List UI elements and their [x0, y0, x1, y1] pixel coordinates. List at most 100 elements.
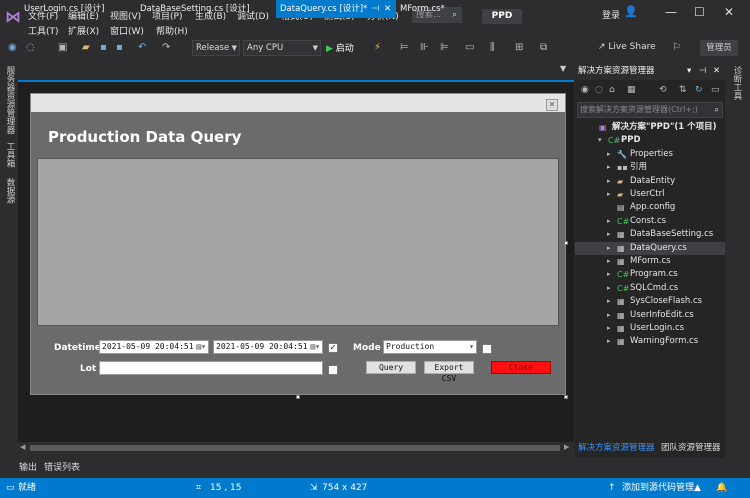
login-link[interactable]: 登录: [602, 8, 620, 21]
forward-icon[interactable]: ◌: [595, 85, 603, 95]
form-close-icon[interactable]: ✕: [546, 99, 558, 111]
bring-front-icon[interactable]: ⧉: [540, 42, 547, 53]
tab-output[interactable]: 输出: [19, 460, 37, 473]
export-csv-button[interactable]: Export CSV: [424, 361, 474, 383]
live-share-button[interactable]: ↗ Live Share: [598, 42, 656, 52]
expander-icon[interactable]: ▸: [607, 322, 611, 335]
back-icon[interactable]: ◉: [581, 85, 589, 95]
tab-solution-explorer[interactable]: 解决方案资源管理器: [578, 440, 655, 456]
close-icon[interactable]: ✕: [713, 62, 720, 80]
expander-icon[interactable]: ▸: [607, 309, 611, 322]
scrollbar-thumb[interactable]: [30, 445, 560, 451]
tree-item[interactable]: ▸ C# Const.cs: [575, 215, 725, 228]
more-icon[interactable]: ▭: [711, 85, 720, 95]
resize-handle-corner[interactable]: [564, 395, 568, 399]
tree-item[interactable]: ▤ App.config: [575, 201, 725, 214]
history-icon[interactable]: ⟲: [659, 85, 667, 95]
expander-icon[interactable]: ▸: [607, 255, 611, 268]
lot-checkbox[interactable]: [328, 365, 338, 375]
pin-icon[interactable]: ⊣: [699, 62, 706, 80]
tree-item[interactable]: ▸ C# SQLCmd.cs: [575, 282, 725, 295]
tab-userlogin[interactable]: UserLogin.cs [设计]: [20, 0, 108, 18]
data-grid[interactable]: [37, 158, 559, 326]
redo-icon[interactable]: ↷: [162, 42, 170, 53]
add-source-control[interactable]: 添加到源代码管理: [622, 478, 694, 498]
expander-icon[interactable]: ▸: [607, 161, 611, 174]
home-icon[interactable]: ⌂: [609, 85, 615, 95]
dropdown-icon[interactable]: ▾: [687, 62, 691, 80]
tab-error-list[interactable]: 错误列表: [44, 460, 80, 473]
account-icon[interactable]: 👤: [624, 5, 638, 18]
data-sources-tab[interactable]: 数据源: [4, 178, 16, 204]
scroll-right-icon[interactable]: ▶: [564, 443, 569, 451]
tab-close-icon[interactable]: ✕: [384, 0, 391, 18]
mode-checkbox[interactable]: [482, 344, 492, 354]
close-button[interactable]: Close: [491, 361, 551, 374]
switch-view-icon[interactable]: ▦: [627, 85, 636, 95]
close-icon[interactable]: ✕: [724, 5, 734, 19]
tab-dataquery[interactable]: DataQuery.cs [设计]* ⊣ ✕: [276, 0, 396, 18]
tree-item[interactable]: ▣ 解决方案"PPD"(1 个项目): [575, 121, 725, 134]
datetime-from-picker[interactable]: 2021-05-09 20:04:51 ▤▾: [99, 340, 209, 354]
expander-icon[interactable]: ▸: [607, 215, 611, 228]
notification-icon[interactable]: 🔔: [716, 478, 727, 498]
tree-item[interactable]: ▸ ▰ UserCtrl: [575, 188, 725, 201]
expander-icon[interactable]: ▸: [607, 295, 611, 308]
maximize-icon[interactable]: ☐: [694, 5, 705, 19]
feedback-icon[interactable]: ⚐: [672, 42, 681, 53]
refresh-icon[interactable]: ↻: [695, 85, 703, 95]
tree-item[interactable]: ▸ 🔧 Properties: [575, 148, 725, 161]
toolbox-tab[interactable]: 工具箱: [4, 142, 16, 168]
tab-mform[interactable]: MForm.cs*: [396, 0, 449, 18]
expander-icon[interactable]: ▸: [607, 282, 611, 295]
expander-icon[interactable]: ▸: [607, 268, 611, 281]
tab-team-explorer[interactable]: 团队资源管理器: [661, 440, 721, 456]
make-same-size-icon[interactable]: ▭: [465, 42, 474, 53]
resize-handle-right[interactable]: [564, 241, 568, 245]
datetime-to-picker[interactable]: 2021-05-09 20:04:51 ▤▾: [213, 340, 323, 354]
undo-icon[interactable]: ↶: [138, 42, 146, 53]
mode-select[interactable]: Production ▾: [383, 340, 477, 354]
expander-icon[interactable]: ▾: [598, 134, 602, 147]
server-explorer-tab[interactable]: 服务器资源管理器: [4, 66, 16, 134]
forward-icon[interactable]: ◌: [26, 42, 35, 53]
tab-databasesetting[interactable]: DataBaseSetting.cs [设计]: [136, 0, 254, 18]
tree-item[interactable]: ▸ ▰ DataEntity: [575, 175, 725, 188]
align-center-icon[interactable]: ⊪: [420, 42, 429, 53]
tree-item[interactable]: ▸ ▪▪ 引用: [575, 161, 725, 174]
query-button[interactable]: Query: [366, 361, 416, 374]
save-all-icon[interactable]: ▪: [116, 42, 123, 53]
hot-reload-icon[interactable]: ⚡: [374, 42, 381, 53]
pin-icon[interactable]: ⊣: [372, 0, 379, 18]
tree-item[interactable]: ▾ C# PPD: [575, 134, 725, 147]
tree-item[interactable]: ▸ ▦ UserLogin.cs: [575, 322, 725, 335]
tree-item[interactable]: ▸ ▦ DataQuery.cs: [575, 241, 725, 255]
align-left-icon[interactable]: ⊨: [400, 42, 409, 53]
expander-icon[interactable]: ▸: [607, 175, 611, 188]
minimize-icon[interactable]: —: [665, 5, 677, 19]
tab-overflow-icon[interactable]: ▼: [560, 64, 566, 73]
resize-handle-bottom[interactable]: [296, 395, 300, 399]
datetime-checkbox[interactable]: ✓: [328, 343, 338, 353]
platform-select[interactable]: Any CPU ▼: [243, 40, 321, 56]
align-right-icon[interactable]: ⊫: [440, 42, 449, 53]
tree-item[interactable]: ▸ ▦ WarningForm.cs: [575, 335, 725, 348]
scroll-left-icon[interactable]: ◀: [20, 443, 25, 451]
expander-icon[interactable]: ▸: [607, 228, 611, 241]
open-folder-icon[interactable]: ▰: [82, 42, 90, 53]
center-horizontal-icon[interactable]: ⊞: [515, 42, 523, 53]
configuration-select[interactable]: Release ▼: [192, 40, 240, 56]
save-icon[interactable]: ▪: [100, 42, 107, 53]
tree-item[interactable]: ▸ C# Program.cs: [575, 268, 725, 281]
expander-icon[interactable]: ▸: [607, 335, 611, 348]
sync-icon[interactable]: ⇅: [679, 85, 687, 95]
tree-item[interactable]: ▸ ▦ SysCloseFlash.cs: [575, 295, 725, 308]
tree-item[interactable]: ▸ ▦ MForm.cs: [575, 255, 725, 268]
expander-icon[interactable]: ▸: [607, 242, 611, 255]
back-icon[interactable]: ◉: [8, 42, 17, 53]
expander-icon[interactable]: ▸: [607, 188, 611, 201]
solution-search-input[interactable]: 搜索解决方案资源管理器(Ctrl+;) ⌕: [577, 102, 723, 118]
new-project-icon[interactable]: ▣: [58, 42, 67, 53]
lot-input[interactable]: [99, 361, 323, 375]
tree-item[interactable]: ▸ ▦ UserInfoEdit.cs: [575, 309, 725, 322]
